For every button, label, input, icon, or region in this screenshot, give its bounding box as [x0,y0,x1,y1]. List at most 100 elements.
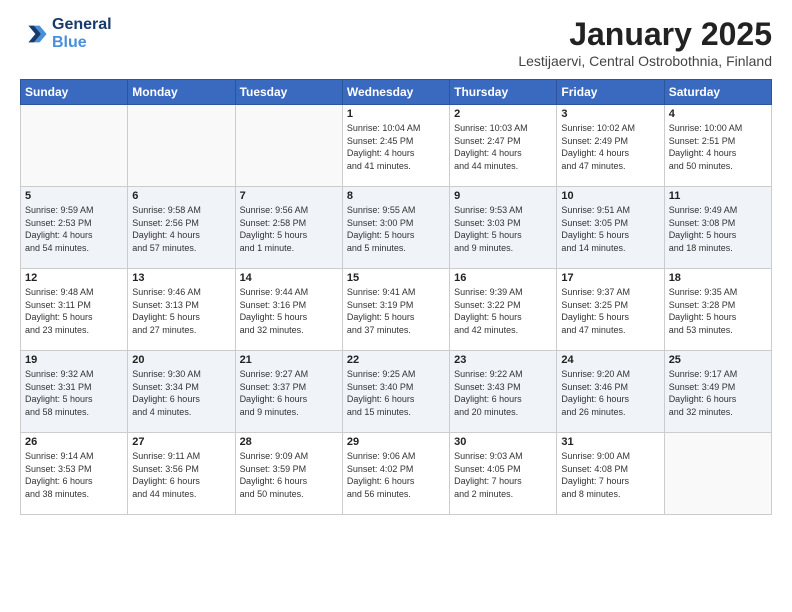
day-detail: Sunrise: 10:00 AM Sunset: 2:51 PM Daylig… [669,122,767,172]
calendar-cell: 31 Sunrise: 9:00 AM Sunset: 4:08 PM Dayli… [557,433,664,515]
weekday-header-tuesday: Tuesday [235,80,342,105]
logo: General Blue [20,16,112,52]
calendar-cell: 26 Sunrise: 9:14 AM Sunset: 3:53 PM Dayli… [21,433,128,515]
day-detail: Sunrise: 9:44 AM Sunset: 3:16 PM Dayligh… [240,286,338,336]
day-number: 15 [347,272,445,284]
calendar-cell: 19 Sunrise: 9:32 AM Sunset: 3:31 PM Dayli… [21,351,128,433]
day-number: 6 [132,190,230,202]
day-number: 27 [132,436,230,448]
day-detail: Sunrise: 9:20 AM Sunset: 3:46 PM Dayligh… [561,368,659,418]
week-row-1: 1Sunrise: 10:04 AM Sunset: 2:45 PM Dayli… [21,105,772,187]
day-number: 22 [347,354,445,366]
day-detail: Sunrise: 9:06 AM Sunset: 4:02 PM Dayligh… [347,450,445,500]
day-detail: Sunrise: 9:48 AM Sunset: 3:11 PM Dayligh… [25,286,123,336]
day-detail: Sunrise: 9:25 AM Sunset: 3:40 PM Dayligh… [347,368,445,418]
day-number: 25 [669,354,767,366]
title-block: January 2025 Lestijaervi, Central Ostrob… [518,16,772,69]
day-number: 4 [669,108,767,120]
day-detail: Sunrise: 9:37 AM Sunset: 3:25 PM Dayligh… [561,286,659,336]
day-number: 14 [240,272,338,284]
calendar-cell: 23 Sunrise: 9:22 AM Sunset: 3:43 PM Dayli… [450,351,557,433]
day-number: 17 [561,272,659,284]
day-number: 29 [347,436,445,448]
day-detail: Sunrise: 9:49 AM Sunset: 3:08 PM Dayligh… [669,204,767,254]
month-title: January 2025 [518,16,772,53]
week-row-4: 19 Sunrise: 9:32 AM Sunset: 3:31 PM Dayli… [21,351,772,433]
day-number: 12 [25,272,123,284]
calendar-cell: 29 Sunrise: 9:06 AM Sunset: 4:02 PM Dayli… [342,433,449,515]
day-number: 19 [25,354,123,366]
calendar-cell: 14 Sunrise: 9:44 AM Sunset: 3:16 PM Dayli… [235,269,342,351]
day-number: 30 [454,436,552,448]
calendar-cell: 28Sunrise: 9:09 AM Sunset: 3:59 PM Dayli… [235,433,342,515]
day-number: 5 [25,190,123,202]
day-number: 16 [454,272,552,284]
calendar-cell: 4 Sunrise: 10:00 AM Sunset: 2:51 PM Dayli… [664,105,771,187]
day-number: 11 [669,190,767,202]
day-detail: Sunrise: 9:59 AM Sunset: 2:53 PM Dayligh… [25,204,123,254]
week-row-2: 5 Sunrise: 9:59 AM Sunset: 2:53 PM Daylig… [21,187,772,269]
day-detail: Sunrise: 9:03 AM Sunset: 4:05 PM Dayligh… [454,450,552,500]
weekday-header-row: SundayMondayTuesdayWednesdayThursdayFrid… [21,80,772,105]
calendar-cell: 10 Sunrise: 9:51 AM Sunset: 3:05 PM Dayli… [557,187,664,269]
calendar-cell: 12 Sunrise: 9:48 AM Sunset: 3:11 PM Dayli… [21,269,128,351]
day-detail: Sunrise: 9:35 AM Sunset: 3:28 PM Dayligh… [669,286,767,336]
day-number: 7 [240,190,338,202]
day-number: 20 [132,354,230,366]
day-detail: Sunrise: 10:03 AM Sunset: 2:47 PM Daylig… [454,122,552,172]
day-detail: Sunrise: 9:51 AM Sunset: 3:05 PM Dayligh… [561,204,659,254]
calendar-cell: 7 Sunrise: 9:56 AM Sunset: 2:58 PM Daylig… [235,187,342,269]
weekday-header-sunday: Sunday [21,80,128,105]
day-detail: Sunrise: 9:39 AM Sunset: 3:22 PM Dayligh… [454,286,552,336]
calendar-cell: 13 Sunrise: 9:46 AM Sunset: 3:13 PM Dayli… [128,269,235,351]
week-row-5: 26 Sunrise: 9:14 AM Sunset: 3:53 PM Dayli… [21,433,772,515]
logo-icon [20,20,48,48]
calendar-cell: 9 Sunrise: 9:53 AM Sunset: 3:03 PM Daylig… [450,187,557,269]
day-detail: Sunrise: 9:14 AM Sunset: 3:53 PM Dayligh… [25,450,123,500]
day-detail: Sunrise: 9:22 AM Sunset: 3:43 PM Dayligh… [454,368,552,418]
calendar: SundayMondayTuesdayWednesdayThursdayFrid… [20,79,772,515]
calendar-cell: 21 Sunrise: 9:27 AM Sunset: 3:37 PM Dayli… [235,351,342,433]
weekday-header-friday: Friday [557,80,664,105]
location: Lestijaervi, Central Ostrobothnia, Finla… [518,53,772,69]
day-number: 24 [561,354,659,366]
day-number: 13 [132,272,230,284]
calendar-cell: 6Sunrise: 9:58 AM Sunset: 2:56 PM Daylig… [128,187,235,269]
day-detail: Sunrise: 9:32 AM Sunset: 3:31 PM Dayligh… [25,368,123,418]
day-number: 9 [454,190,552,202]
calendar-cell: 3 Sunrise: 10:02 AM Sunset: 2:49 PM Dayli… [557,105,664,187]
week-row-3: 12 Sunrise: 9:48 AM Sunset: 3:11 PM Dayli… [21,269,772,351]
calendar-cell: 20Sunrise: 9:30 AM Sunset: 3:34 PM Dayli… [128,351,235,433]
day-detail: Sunrise: 9:56 AM Sunset: 2:58 PM Dayligh… [240,204,338,254]
day-detail: Sunrise: 9:53 AM Sunset: 3:03 PM Dayligh… [454,204,552,254]
day-number: 31 [561,436,659,448]
day-detail: Sunrise: 10:02 AM Sunset: 2:49 PM Daylig… [561,122,659,172]
calendar-cell: 27Sunrise: 9:11 AM Sunset: 3:56 PM Dayli… [128,433,235,515]
day-detail: Sunrise: 9:46 AM Sunset: 3:13 PM Dayligh… [132,286,230,336]
calendar-cell: 8Sunrise: 9:55 AM Sunset: 3:00 PM Daylig… [342,187,449,269]
day-number: 10 [561,190,659,202]
calendar-cell: 25 Sunrise: 9:17 AM Sunset: 3:49 PM Dayli… [664,351,771,433]
day-detail: Sunrise: 9:00 AM Sunset: 4:08 PM Dayligh… [561,450,659,500]
calendar-cell: 22 Sunrise: 9:25 AM Sunset: 3:40 PM Dayli… [342,351,449,433]
calendar-cell: 1Sunrise: 10:04 AM Sunset: 2:45 PM Dayli… [342,105,449,187]
weekday-header-wednesday: Wednesday [342,80,449,105]
calendar-cell: 24 Sunrise: 9:20 AM Sunset: 3:46 PM Dayli… [557,351,664,433]
weekday-header-thursday: Thursday [450,80,557,105]
day-number: 8 [347,190,445,202]
calendar-cell [664,433,771,515]
calendar-cell: 16 Sunrise: 9:39 AM Sunset: 3:22 PM Dayli… [450,269,557,351]
calendar-cell [128,105,235,187]
day-detail: Sunrise: 9:27 AM Sunset: 3:37 PM Dayligh… [240,368,338,418]
day-number: 23 [454,354,552,366]
day-number: 3 [561,108,659,120]
calendar-cell [235,105,342,187]
day-number: 21 [240,354,338,366]
day-detail: Sunrise: 9:09 AM Sunset: 3:59 PM Dayligh… [240,450,338,500]
calendar-cell: 17 Sunrise: 9:37 AM Sunset: 3:25 PM Dayli… [557,269,664,351]
day-detail: Sunrise: 9:17 AM Sunset: 3:49 PM Dayligh… [669,368,767,418]
day-number: 26 [25,436,123,448]
calendar-cell: 11 Sunrise: 9:49 AM Sunset: 3:08 PM Dayli… [664,187,771,269]
calendar-cell: 15Sunrise: 9:41 AM Sunset: 3:19 PM Dayli… [342,269,449,351]
calendar-cell: 18Sunrise: 9:35 AM Sunset: 3:28 PM Dayli… [664,269,771,351]
